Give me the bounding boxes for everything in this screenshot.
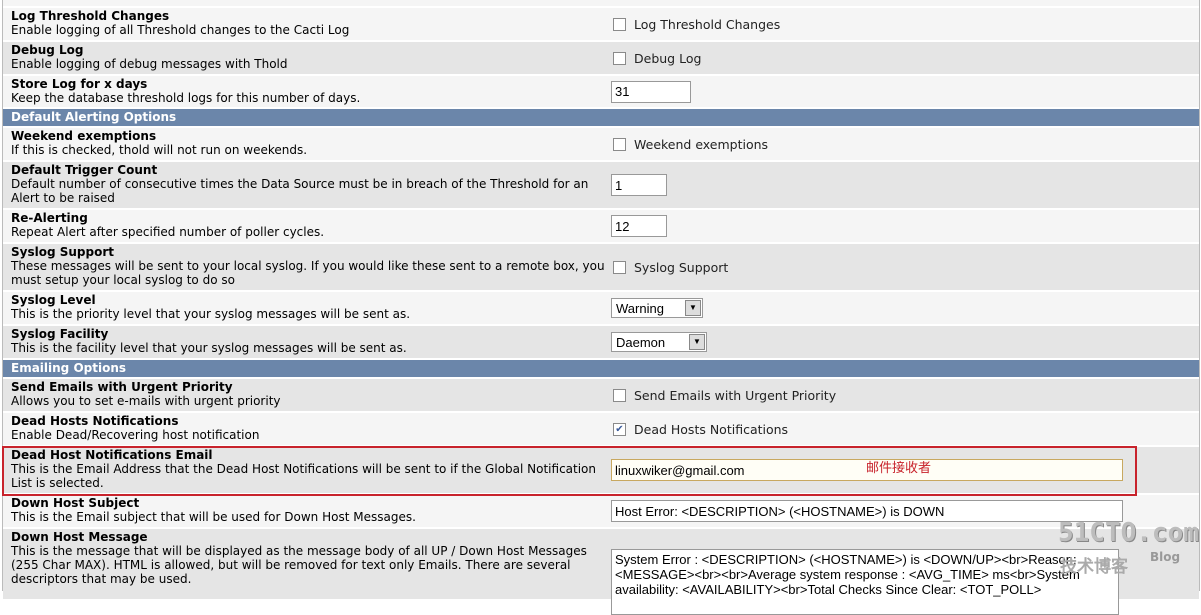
trigger-count-input[interactable] xyxy=(611,174,667,196)
setting-row: Syslog Facility This is the facility leve… xyxy=(3,326,1199,360)
setting-title: Store Log for x days xyxy=(11,77,148,91)
setting-desc: This is the Email Address that the Dead … xyxy=(11,462,597,490)
setting-title: Default Trigger Count xyxy=(11,163,158,177)
syslog-facility-select[interactable]: Daemon ▼ xyxy=(611,332,707,352)
setting-row: Dead Hosts Notifications Enable Dead/Reco… xyxy=(3,413,1199,447)
checkbox-label: Syslog Support xyxy=(634,259,729,275)
setting-title: Log Threshold Changes xyxy=(11,9,170,23)
setting-row: Re-Alerting Repeat Alert after specified … xyxy=(3,210,1199,244)
watermark-blog: Blog xyxy=(1150,550,1181,564)
select-value: Warning xyxy=(616,300,664,316)
checkbox-label: Debug Log xyxy=(634,50,702,66)
setting-title: Debug Log xyxy=(11,43,84,57)
down-host-subject-input[interactable] xyxy=(611,500,1123,522)
setting-row: Log Threshold Changes Enable logging of a… xyxy=(3,8,1199,42)
setting-desc: Enable logging of all Threshold changes … xyxy=(11,23,350,37)
setting-desc: Default number of consecutive times the … xyxy=(11,177,589,205)
section-header-alerting: Default Alerting Options xyxy=(3,109,1199,128)
setting-row: Down Host Subject This is the Email subje… xyxy=(3,495,1199,529)
setting-title: Weekend exemptions xyxy=(11,129,157,143)
section-header-email: Emailing Options xyxy=(3,360,1199,379)
select-value: Daemon xyxy=(616,334,666,350)
annotation-label: 邮件接收者 xyxy=(866,461,932,476)
setting-desc: This is the Email subject that will be u… xyxy=(11,510,416,524)
dead-hosts-checkbox[interactable]: ✔ xyxy=(613,422,626,436)
setting-title: Re-Alerting xyxy=(11,211,88,225)
setting-title: Down Host Subject xyxy=(11,496,140,510)
setting-title: Down Host Message xyxy=(11,530,148,544)
setting-title: Dead Hosts Notifications xyxy=(11,414,179,428)
setting-title: Syslog Facility xyxy=(11,327,109,341)
setting-row: Send Emails with Urgent Priority Allows y… xyxy=(3,379,1199,413)
setting-desc: If this is checked, thold will not run o… xyxy=(11,143,308,157)
setting-title: Send Emails with Urgent Priority xyxy=(11,380,233,394)
realert-input[interactable] xyxy=(611,215,667,237)
setting-row: Syslog Level This is the priority level t… xyxy=(3,292,1199,326)
setting-desc: Keep the database threshold logs for thi… xyxy=(11,91,361,105)
log-threshold-checkbox[interactable] xyxy=(613,17,626,31)
setting-desc: Enable Dead/Recovering host notification xyxy=(11,428,260,442)
debug-log-checkbox[interactable] xyxy=(613,51,626,65)
setting-title: Syslog Level xyxy=(11,293,96,307)
urgent-priority-checkbox[interactable] xyxy=(613,388,626,402)
setting-row: Down Host Message This is the message tha… xyxy=(3,529,1199,615)
setting-desc: Enable logging of debug messages with Th… xyxy=(11,57,288,71)
setting-desc: This is the message that will be display… xyxy=(11,544,587,586)
setting-row: Weekend exemptions If this is checked, th… xyxy=(3,128,1199,162)
checkbox-label: Send Emails with Urgent Priority xyxy=(634,387,837,403)
setting-row: Store Log for x days Keep the database th… xyxy=(3,76,1199,109)
weekend-exemptions-checkbox[interactable] xyxy=(613,137,626,151)
settings-form: Log Threshold Changes Enable logging of a… xyxy=(2,0,1200,615)
down-host-message-textarea[interactable]: System Error : <DESCRIPTION> (<HOSTNAME>… xyxy=(611,549,1119,615)
watermark-logo: 51CTO.com xyxy=(1058,518,1199,548)
dropdown-arrow-icon: ▼ xyxy=(685,300,701,316)
dropdown-arrow-icon: ▼ xyxy=(689,334,705,350)
checkbox-label: Dead Hosts Notifications xyxy=(634,421,789,437)
setting-desc: These messages will be sent to your loca… xyxy=(11,259,605,287)
setting-desc: This is the priority level that your sys… xyxy=(11,307,411,321)
watermark-subtitle: 技术博客 xyxy=(1060,557,1128,577)
setting-row: Syslog Support These messages will be sen… xyxy=(3,244,1199,292)
setting-row: Default Trigger Count Default number of c… xyxy=(3,162,1199,210)
partial-row xyxy=(3,0,1199,8)
setting-row: Dead Host Notifications Email This is the… xyxy=(3,447,1199,495)
checkbox-label: Weekend exemptions xyxy=(634,136,769,152)
setting-row: Debug Log Enable logging of debug message… xyxy=(3,42,1199,76)
syslog-support-checkbox[interactable] xyxy=(613,260,626,274)
store-log-days-input[interactable] xyxy=(611,80,691,103)
setting-title: Dead Host Notifications Email xyxy=(11,448,213,462)
checkbox-label: Log Threshold Changes xyxy=(634,16,781,32)
setting-desc: This is the facility level that your sys… xyxy=(11,341,407,355)
setting-title: Syslog Support xyxy=(11,245,114,259)
setting-desc: Allows you to set e-mails with urgent pr… xyxy=(11,394,281,408)
setting-desc: Repeat Alert after specified number of p… xyxy=(11,225,325,239)
syslog-level-select[interactable]: Warning ▼ xyxy=(611,298,703,318)
